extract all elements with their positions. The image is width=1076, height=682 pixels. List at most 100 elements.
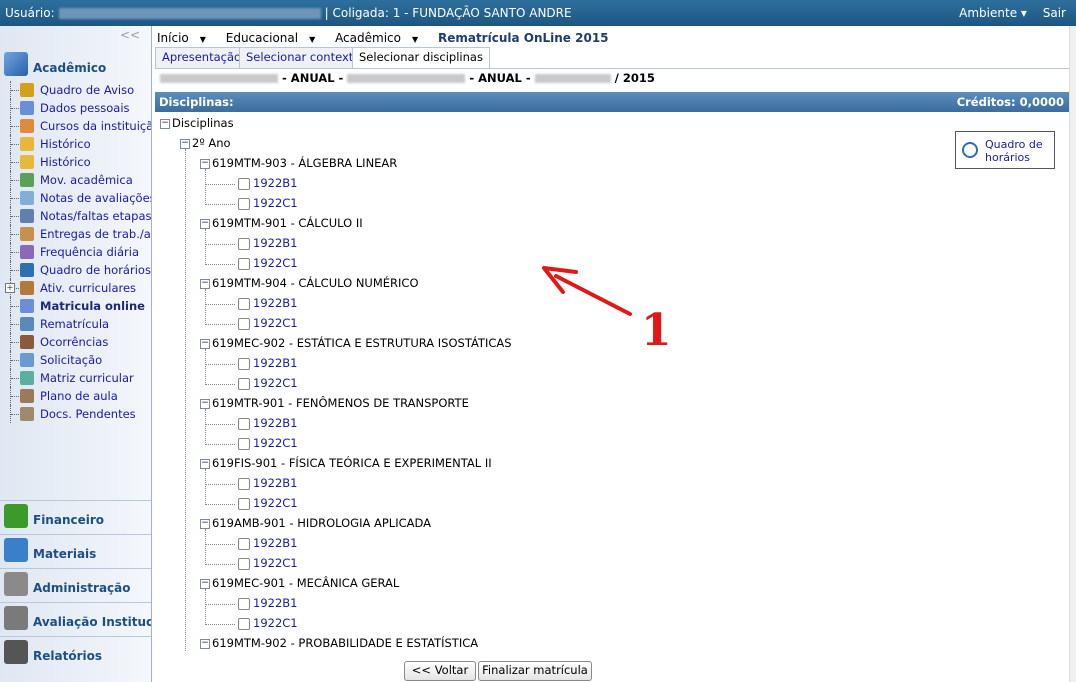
sidebar-item-label[interactable]: Ativ. curriculares bbox=[40, 281, 136, 295]
tree-connector bbox=[10, 117, 19, 135]
tree-connector bbox=[205, 384, 235, 385]
tree-connector bbox=[205, 529, 206, 565]
sidebar-item-label[interactable]: Cursos da instituição bbox=[40, 119, 151, 133]
sidebar-item-label[interactable]: Ocorrências bbox=[40, 335, 108, 349]
sidebar-item-label[interactable]: Matricula online bbox=[40, 299, 145, 313]
class-option: 1922B1 bbox=[238, 356, 297, 370]
tab-selecionar-contexto[interactable]: Selecionar contexto bbox=[239, 47, 368, 68]
class-option: 1922B1 bbox=[238, 596, 297, 610]
collapse-icon[interactable]: − bbox=[200, 338, 210, 349]
logout-link[interactable]: Sair bbox=[1043, 6, 1066, 20]
page-scrollbar[interactable] bbox=[1069, 26, 1076, 682]
class-checkbox[interactable] bbox=[238, 537, 250, 550]
class-link[interactable]: 1922B1 bbox=[253, 236, 297, 250]
section-money[interactable]: Financeiro bbox=[0, 500, 151, 533]
expand-icon[interactable]: + bbox=[5, 283, 15, 293]
sidebar-item-label[interactable]: Frequência diária bbox=[40, 245, 139, 259]
sidebar-item-label[interactable]: Notas de avaliações bbox=[40, 191, 151, 205]
schedule-button[interactable]: Quadro de horários bbox=[955, 131, 1055, 169]
sidebar-item-label[interactable]: Solicitação bbox=[40, 353, 102, 367]
class-checkbox[interactable] bbox=[238, 317, 250, 330]
section-folder[interactable]: Materiais bbox=[0, 534, 151, 567]
class-option: 1922C1 bbox=[238, 436, 298, 450]
sidebar-item-label[interactable]: Plano de aula bbox=[40, 389, 118, 403]
class-link[interactable]: 1922C1 bbox=[253, 196, 298, 210]
tree-connector bbox=[205, 444, 235, 445]
class-checkbox[interactable] bbox=[238, 377, 250, 390]
class-option: 1922C1 bbox=[238, 256, 298, 270]
class-checkbox[interactable] bbox=[238, 557, 250, 570]
class-checkbox[interactable] bbox=[238, 237, 250, 250]
collapse-icon[interactable]: − bbox=[200, 458, 210, 469]
tree-connector bbox=[205, 544, 235, 545]
class-checkbox[interactable] bbox=[238, 297, 250, 310]
collapse-icon[interactable]: − bbox=[200, 518, 210, 529]
section-evaluation[interactable]: Avaliação Institucional bbox=[0, 602, 151, 635]
collapse-icon[interactable]: − bbox=[200, 158, 210, 169]
finish-enrollment-button[interactable]: Finalizar matrícula bbox=[478, 661, 592, 681]
discipline-name: 619MTM-901 - CÁLCULO II bbox=[212, 216, 363, 230]
class-link[interactable]: 1922B1 bbox=[253, 176, 297, 190]
tree-connector bbox=[10, 99, 19, 117]
class-link[interactable]: 1922C1 bbox=[253, 256, 298, 270]
sidebar-item-label[interactable]: Rematrícula bbox=[40, 317, 109, 331]
nav-academico[interactable]: Acadêmico ▼ bbox=[335, 31, 426, 45]
class-checkbox[interactable] bbox=[238, 197, 250, 210]
collapse-icon[interactable]: − bbox=[180, 138, 190, 149]
collapse-icon[interactable]: − bbox=[200, 218, 210, 229]
clock-icon bbox=[962, 142, 978, 158]
collapse-icon[interactable]: − bbox=[200, 278, 210, 289]
collapse-icon[interactable]: − bbox=[200, 578, 210, 589]
page-title: Rematrícula OnLine 2015 bbox=[437, 31, 609, 45]
section-academico[interactable]: Acadêmico bbox=[0, 49, 151, 81]
class-link[interactable]: 1922C1 bbox=[253, 316, 298, 330]
schedule-link[interactable]: Quadro de horários bbox=[985, 138, 1043, 164]
sidebar-item-label[interactable]: Histórico bbox=[40, 155, 91, 169]
class-link[interactable]: 1922B1 bbox=[253, 356, 297, 370]
section-title: Relatórios bbox=[33, 649, 102, 663]
collapse-icon[interactable]: − bbox=[200, 398, 210, 409]
class-link[interactable]: 1922C1 bbox=[253, 556, 298, 570]
tree-connector bbox=[10, 81, 19, 99]
class-link[interactable]: 1922B1 bbox=[253, 296, 297, 310]
class-link[interactable]: 1922B1 bbox=[253, 596, 297, 610]
section-wrench[interactable]: Administração bbox=[0, 568, 151, 601]
class-checkbox[interactable] bbox=[238, 417, 250, 430]
class-link[interactable]: 1922B1 bbox=[253, 416, 297, 430]
sidebar-item-label[interactable]: Histórico bbox=[40, 137, 91, 151]
class-checkbox[interactable] bbox=[238, 257, 250, 270]
class-link[interactable]: 1922B1 bbox=[253, 476, 297, 490]
curriculum-redacted bbox=[347, 74, 466, 83]
class-link[interactable]: 1922B1 bbox=[253, 536, 297, 550]
section-report[interactable]: Relatórios bbox=[0, 636, 151, 669]
nav-inicio[interactable]: Início ▼ bbox=[157, 31, 214, 45]
sidebar-item-label[interactable]: Quadro de Aviso bbox=[40, 83, 134, 97]
class-checkbox[interactable] bbox=[238, 597, 250, 610]
sidebar-item-label[interactable]: Quadro de horários bbox=[40, 263, 151, 277]
tab-apresentacao[interactable]: Apresentação bbox=[155, 47, 249, 68]
class-checkbox[interactable] bbox=[238, 357, 250, 370]
class-checkbox[interactable] bbox=[238, 437, 250, 450]
class-checkbox[interactable] bbox=[238, 477, 250, 490]
class-checkbox[interactable] bbox=[238, 177, 250, 190]
sidebar-item-label[interactable]: Mov. acadêmica bbox=[40, 173, 133, 187]
collapse-sidebar-icon[interactable]: << bbox=[120, 28, 140, 42]
sidebar-item-label[interactable]: Docs. Pendentes bbox=[40, 407, 136, 421]
sidebar-item-label[interactable]: Notas/faltas etapas bbox=[40, 209, 151, 223]
class-link[interactable]: 1922C1 bbox=[253, 616, 298, 630]
class-link[interactable]: 1922C1 bbox=[253, 436, 298, 450]
sidebar-item-label[interactable]: Dados pessoais bbox=[40, 101, 130, 115]
nav-educacional[interactable]: Educacional ▼ bbox=[226, 31, 323, 45]
class-checkbox[interactable] bbox=[238, 497, 250, 510]
sidebar-item-label[interactable]: Matriz curricular bbox=[40, 371, 134, 385]
class-link[interactable]: 1922C1 bbox=[253, 496, 298, 510]
tab-selecionar-disciplinas[interactable]: Selecionar disciplinas bbox=[352, 47, 490, 69]
class-checkbox[interactable] bbox=[238, 617, 250, 630]
class-link[interactable]: 1922C1 bbox=[253, 376, 298, 390]
sidebar-item-label[interactable]: Entregas de trab./av bbox=[40, 227, 151, 241]
ambiente-menu[interactable]: Ambiente ▾ bbox=[959, 6, 1027, 20]
user-label: Usuário: bbox=[5, 6, 55, 20]
back-button[interactable]: << Voltar bbox=[404, 661, 476, 681]
collapse-icon[interactable]: − bbox=[200, 638, 210, 649]
collapse-icon[interactable]: − bbox=[160, 118, 170, 129]
